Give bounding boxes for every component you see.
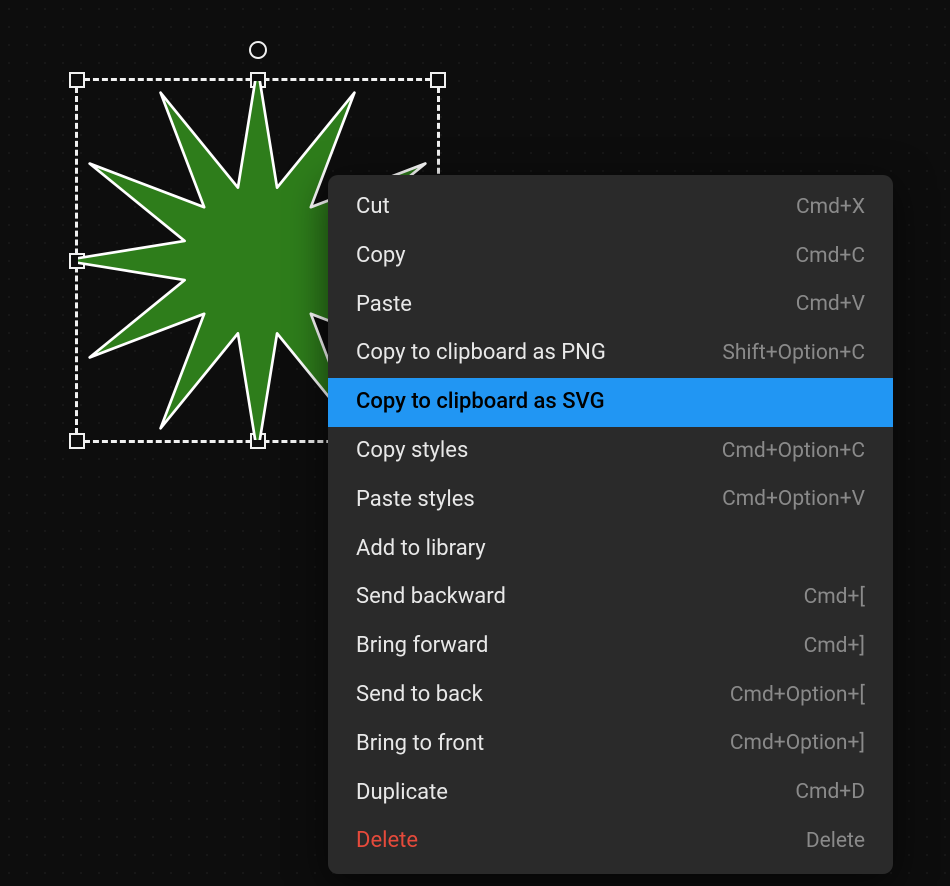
menu-item-shortcut: Cmd+D	[795, 778, 865, 807]
menu-item-label: Paste styles	[356, 485, 475, 516]
menu-item-shortcut: Cmd+[	[804, 583, 865, 612]
menu-item-shortcut: Cmd+V	[796, 290, 865, 319]
menu-item-label: Duplicate	[356, 778, 448, 809]
menu-item-label: Bring forward	[356, 631, 488, 662]
menu-item-copy-to-clipboard-as-png[interactable]: Copy to clipboard as PNG Shift+Option+C	[328, 329, 893, 378]
menu-item-label: Send to back	[356, 680, 483, 711]
menu-item-label: Copy to clipboard as PNG	[356, 338, 606, 369]
menu-item-shortcut: Cmd+Option+C	[722, 437, 865, 466]
context-menu: Cut Cmd+X Copy Cmd+C Paste Cmd+V Copy to clipb…	[328, 175, 893, 874]
resize-handle-w[interactable]	[69, 253, 85, 269]
resize-handle-sw[interactable]	[69, 433, 85, 449]
menu-item-shortcut: Cmd+Option+V	[722, 485, 865, 514]
menu-item-shortcut: Delete	[806, 827, 865, 856]
resize-handle-s[interactable]	[250, 433, 266, 449]
menu-item-shortcut: Cmd+]	[804, 632, 865, 661]
menu-item-copy-styles[interactable]: Copy styles Cmd+Option+C	[328, 427, 893, 476]
canvas[interactable]: Cut Cmd+X Copy Cmd+C Paste Cmd+V Copy to clipb…	[0, 0, 950, 886]
resize-handle-n[interactable]	[250, 72, 266, 88]
menu-item-send-backward[interactable]: Send backward Cmd+[	[328, 573, 893, 622]
menu-item-label: Delete	[356, 826, 418, 857]
menu-item-shortcut: Cmd+Option+[	[730, 681, 865, 710]
menu-item-copy[interactable]: Copy Cmd+C	[328, 232, 893, 281]
menu-item-paste[interactable]: Paste Cmd+V	[328, 281, 893, 330]
menu-item-label: Paste	[356, 290, 412, 321]
menu-item-send-to-back[interactable]: Send to back Cmd+Option+[	[328, 671, 893, 720]
resize-handle-nw[interactable]	[69, 72, 85, 88]
menu-item-delete[interactable]: Delete Delete	[328, 817, 893, 866]
menu-item-shortcut: Cmd+C	[795, 242, 865, 271]
menu-item-label: Send backward	[356, 582, 506, 613]
menu-item-bring-forward[interactable]: Bring forward Cmd+]	[328, 622, 893, 671]
menu-item-label: Bring to front	[356, 729, 484, 760]
menu-item-paste-styles[interactable]: Paste styles Cmd+Option+V	[328, 476, 893, 525]
resize-handle-ne[interactable]	[430, 72, 446, 88]
rotate-handle[interactable]	[249, 41, 267, 59]
menu-item-add-to-library[interactable]: Add to library	[328, 525, 893, 574]
menu-item-cut[interactable]: Cut Cmd+X	[328, 183, 893, 232]
menu-item-label: Copy	[356, 241, 406, 272]
menu-item-duplicate[interactable]: Duplicate Cmd+D	[328, 769, 893, 818]
menu-item-shortcut: Cmd+X	[796, 193, 865, 222]
menu-item-shortcut: Cmd+Option+]	[730, 729, 865, 758]
menu-item-label: Add to library	[356, 534, 486, 565]
menu-item-label: Copy to clipboard as SVG	[356, 387, 605, 418]
menu-item-shortcut: Shift+Option+C	[722, 339, 865, 368]
menu-item-bring-to-front[interactable]: Bring to front Cmd+Option+]	[328, 720, 893, 769]
menu-item-copy-to-clipboard-as-svg[interactable]: Copy to clipboard as SVG	[328, 378, 893, 427]
menu-item-label: Cut	[356, 192, 390, 223]
menu-item-label: Copy styles	[356, 436, 468, 467]
